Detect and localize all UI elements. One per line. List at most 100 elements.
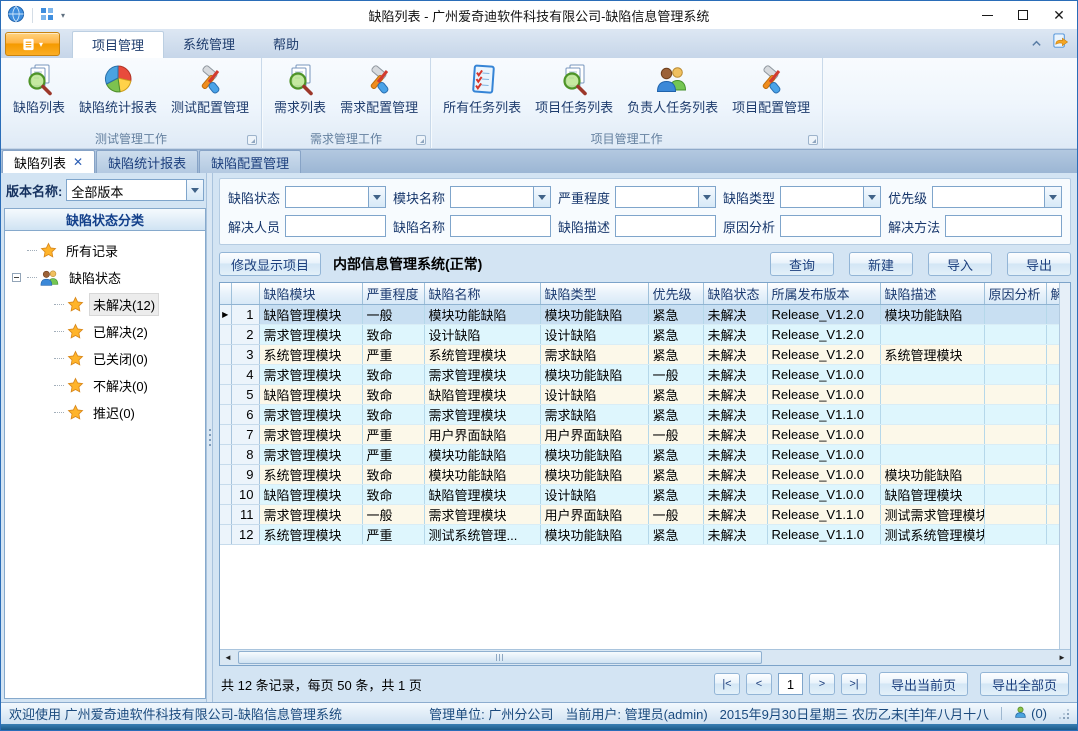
dialog-launcher-icon[interactable] xyxy=(808,135,818,145)
vertical-scrollbar[interactable] xyxy=(1059,283,1070,649)
scrollbar-track[interactable] xyxy=(236,650,1054,665)
ribbon-button-requirement-list[interactable]: 需求列表 xyxy=(267,61,333,118)
app-window: ▾ 缺陷列表 - 广州爱奇迪软件科技有限公司-缺陷信息管理系统 ✕ ▾ 项目管理… xyxy=(0,0,1078,731)
table-row[interactable]: 7需求管理模块严重用户界面缺陷用户界面缺陷一般未解决Release_V1.0.0 xyxy=(220,424,1070,444)
help-icon[interactable] xyxy=(1052,33,1069,53)
dropdown-caret-icon[interactable] xyxy=(1044,187,1061,207)
customize-toolbar-icon[interactable] xyxy=(40,7,54,24)
resize-grip[interactable] xyxy=(1059,709,1069,719)
scrollbar-thumb[interactable] xyxy=(238,651,762,664)
toolbar-buttons: 查询新建导入导出 xyxy=(770,252,1071,276)
filter-dropdown-priority[interactable] xyxy=(932,186,1062,208)
column-header-severity[interactable]: 严重程度 xyxy=(362,283,424,304)
dropdown-caret-icon[interactable] xyxy=(533,187,550,207)
filter-input-cause-analysis[interactable] xyxy=(780,215,881,237)
table-row[interactable]: 8需求管理模块严重模块功能缺陷模块功能缺陷紧急未解决Release_V1.0.0 xyxy=(220,444,1070,464)
ribbon-button-project-tasks[interactable]: 项目任务列表 xyxy=(528,61,620,118)
column-header-defect-status[interactable]: 缺陷状态 xyxy=(703,283,767,304)
doc-tab-defect-config[interactable]: 缺陷配置管理 xyxy=(199,150,301,173)
last-page-button[interactable]: >| xyxy=(841,673,867,695)
ribbon-tab-help[interactable]: 帮助 xyxy=(254,31,318,58)
tree-item-resolved[interactable]: 已解决(2) xyxy=(7,318,203,345)
tree-item-closed[interactable]: 已关闭(0) xyxy=(7,345,203,372)
column-header-cause-analysis[interactable]: 原因分析 xyxy=(984,283,1046,304)
table-row[interactable]: 12系统管理模块严重测试系统管理...模块功能缺陷紧急未解决Release_V1… xyxy=(220,524,1070,544)
close-tab-icon[interactable]: ✕ xyxy=(73,156,83,168)
export-current-page-button[interactable]: 导出当前页 xyxy=(879,672,968,696)
table-row[interactable]: 3系统管理模块严重系统管理模块需求缺陷紧急未解决Release_V1.2.0系统… xyxy=(220,344,1070,364)
filter-input-resolver[interactable] xyxy=(285,215,386,237)
column-header-defect-desc[interactable]: 缺陷描述 xyxy=(880,283,984,304)
new-button[interactable]: 新建 xyxy=(849,252,913,276)
minimize-button[interactable] xyxy=(969,2,1005,28)
filter-dropdown-module-name[interactable] xyxy=(450,186,551,208)
cell-defect-type: 模块功能缺陷 xyxy=(540,364,648,384)
search-docs-icon xyxy=(558,63,591,96)
ribbon-button-project-config[interactable]: 项目配置管理 xyxy=(725,61,817,118)
scroll-left-icon[interactable]: ◄ xyxy=(220,650,236,665)
export-button[interactable]: 导出 xyxy=(1007,252,1071,276)
ribbon-button-defect-stats-report[interactable]: 缺陷统计报表 xyxy=(72,61,164,118)
table-row[interactable]: 4需求管理模块致命需求管理模块模块功能缺陷一般未解决Release_V1.0.0 xyxy=(220,364,1070,384)
import-button[interactable]: 导入 xyxy=(928,252,992,276)
filter-input-defect-name[interactable] xyxy=(450,215,551,237)
filter-label-solution: 解决方法 xyxy=(888,217,940,236)
filter-input-defect-desc[interactable] xyxy=(615,215,716,237)
tree-item-defect-status[interactable]: 缺陷状态 xyxy=(7,264,203,291)
prev-page-button[interactable]: < xyxy=(746,673,772,695)
modify-columns-button[interactable]: 修改显示项目 xyxy=(219,252,321,276)
version-select[interactable]: 全部版本 xyxy=(66,179,204,201)
filter-dropdown-severity[interactable] xyxy=(615,186,716,208)
doc-tab-defect-stats-report[interactable]: 缺陷统计报表 xyxy=(96,150,198,173)
ribbon-tab-system-management[interactable]: 系统管理 xyxy=(164,31,254,58)
tree-item-postponed[interactable]: 推迟(0) xyxy=(7,399,203,426)
table-row[interactable]: 2需求管理模块致命设计缺陷设计缺陷紧急未解决Release_V1.2.0 xyxy=(220,324,1070,344)
dropdown-caret-icon[interactable] xyxy=(698,187,715,207)
page-number-input[interactable] xyxy=(778,673,803,695)
maximize-button[interactable] xyxy=(1005,2,1041,28)
tree-item-wont-fix[interactable]: 不解决(0) xyxy=(7,372,203,399)
version-select-caret-icon[interactable] xyxy=(186,180,203,200)
app-logo-icon xyxy=(7,5,25,26)
toolbar-dropdown-caret-icon[interactable]: ▾ xyxy=(61,11,65,20)
table-row[interactable]: 5缺陷管理模块致命缺陷管理模块设计缺陷紧急未解决Release_V1.0.0 xyxy=(220,384,1070,404)
dialog-launcher-icon[interactable] xyxy=(416,135,426,145)
first-page-button[interactable]: |< xyxy=(714,673,740,695)
ribbon-button-all-tasks[interactable]: 所有任务列表 xyxy=(436,61,528,118)
close-button[interactable]: ✕ xyxy=(1041,2,1077,28)
table-row[interactable]: 11需求管理模块一般需求管理模块用户界面缺陷一般未解决Release_V1.1.… xyxy=(220,504,1070,524)
horizontal-scrollbar[interactable]: ◄ ► xyxy=(220,649,1070,665)
sidebar-splitter[interactable] xyxy=(206,173,213,702)
column-header-defect-module[interactable]: 缺陷模块 xyxy=(259,283,362,304)
ribbon-button-test-config[interactable]: 测试配置管理 xyxy=(164,61,256,118)
filter-dropdown-defect-type[interactable] xyxy=(780,186,881,208)
ribbon-button-owner-tasks[interactable]: 负责人任务列表 xyxy=(620,61,725,118)
column-header-defect-type[interactable]: 缺陷类型 xyxy=(540,283,648,304)
column-header-defect-name[interactable]: 缺陷名称 xyxy=(424,283,540,304)
dialog-launcher-icon[interactable] xyxy=(247,135,257,145)
table-row[interactable]: 9系统管理模块致命模块功能缺陷模块功能缺陷紧急未解决Release_V1.0.0… xyxy=(220,464,1070,484)
tree-item-unresolved[interactable]: 未解决(12) xyxy=(7,291,203,318)
application-menu-button[interactable]: ▾ xyxy=(5,32,60,56)
query-button[interactable]: 查询 xyxy=(770,252,834,276)
ribbon-button-defect-list[interactable]: 缺陷列表 xyxy=(6,61,72,118)
scroll-right-icon[interactable]: ► xyxy=(1054,650,1070,665)
dropdown-caret-icon[interactable] xyxy=(863,187,880,207)
export-all-pages-button[interactable]: 导出全部页 xyxy=(980,672,1069,696)
ribbon-button-requirement-config[interactable]: 需求配置管理 xyxy=(333,61,425,118)
tree-item-all-records[interactable]: 所有记录 xyxy=(7,237,203,264)
column-header-priority[interactable]: 优先级 xyxy=(648,283,703,304)
doc-tab-defect-list[interactable]: 缺陷列表✕ xyxy=(2,150,95,173)
table-row[interactable]: 10缺陷管理模块致命缺陷管理模块设计缺陷紧急未解决Release_V1.0.0缺… xyxy=(220,484,1070,504)
column-header-release-version[interactable]: 所属发布版本 xyxy=(767,283,880,304)
cell-defect-module: 需求管理模块 xyxy=(259,364,362,384)
table-row[interactable]: 6需求管理模块致命需求管理模块需求缺陷紧急未解决Release_V1.1.0 xyxy=(220,404,1070,424)
dropdown-caret-icon[interactable] xyxy=(368,187,385,207)
filter-dropdown-defect-status[interactable] xyxy=(285,186,386,208)
ribbon-tab-project-management[interactable]: 项目管理 xyxy=(72,31,164,58)
filter-input-solution[interactable] xyxy=(945,215,1062,237)
collapse-expander-icon[interactable] xyxy=(12,273,21,282)
next-page-button[interactable]: > xyxy=(809,673,835,695)
table-row[interactable]: ▶1缺陷管理模块一般模块功能缺陷模块功能缺陷紧急未解决Release_V1.2.… xyxy=(220,304,1070,324)
collapse-ribbon-icon[interactable] xyxy=(1031,36,1042,51)
